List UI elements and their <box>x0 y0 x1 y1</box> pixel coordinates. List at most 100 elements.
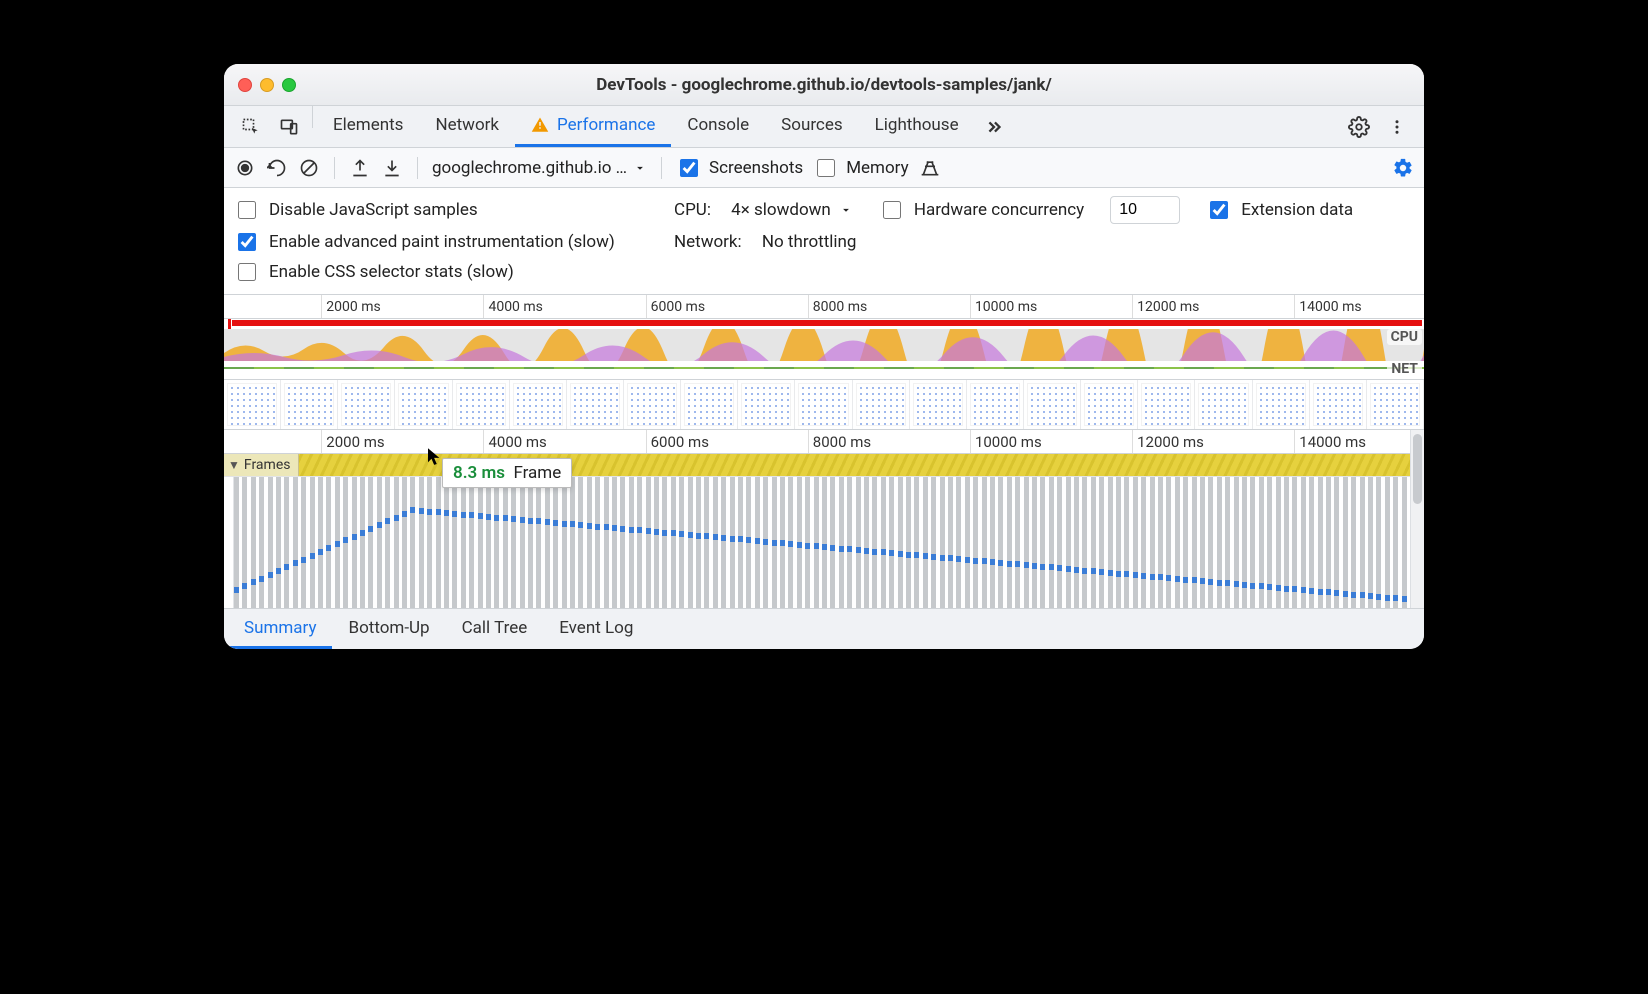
frame-bar[interactable] <box>301 477 306 608</box>
advanced-paint-checkbox[interactable]: Enable advanced paint instrumentation (s… <box>234 230 654 254</box>
tab-elements[interactable]: Elements <box>317 106 419 147</box>
frame-bar[interactable] <box>436 477 441 608</box>
frame-bar[interactable] <box>360 477 365 608</box>
frame-bar[interactable] <box>486 477 491 608</box>
frame-bar[interactable] <box>629 477 634 608</box>
tab-event-log[interactable]: Event Log <box>543 609 649 649</box>
frame-bar[interactable] <box>914 477 919 608</box>
frame-bar[interactable] <box>1234 477 1239 608</box>
memory-checkbox-input[interactable] <box>817 159 835 177</box>
frame-bar[interactable] <box>1007 477 1012 608</box>
frame-bar[interactable] <box>1158 477 1163 608</box>
frame-bar[interactable] <box>1057 477 1062 608</box>
close-window-button[interactable] <box>238 78 252 92</box>
frame-bar[interactable] <box>326 477 331 608</box>
frame-bar[interactable] <box>965 477 970 608</box>
frame-bar[interactable] <box>545 477 550 608</box>
frame-bar[interactable] <box>1326 477 1331 608</box>
record-button[interactable] <box>234 157 256 179</box>
frame-bar[interactable] <box>662 477 667 608</box>
overview-screenshot-strip[interactable] <box>224 379 1424 429</box>
frame-bar[interactable] <box>931 477 936 608</box>
screenshot-thumbnail[interactable] <box>795 380 852 429</box>
css-selector-stats-input[interactable] <box>238 263 256 281</box>
frame-bar[interactable] <box>1183 477 1188 608</box>
kebab-menu-icon[interactable] <box>1378 106 1416 147</box>
frame-bar[interactable] <box>385 477 390 608</box>
more-tabs-icon[interactable] <box>975 106 1013 147</box>
frame-bar[interactable] <box>1116 477 1121 608</box>
collect-garbage-button[interactable] <box>919 157 941 179</box>
frame-bar[interactable] <box>671 477 676 608</box>
frame-bar[interactable] <box>696 477 701 608</box>
frame-bar[interactable] <box>1393 477 1398 608</box>
upload-profile-button[interactable] <box>349 157 371 179</box>
frame-bar[interactable] <box>1175 477 1180 608</box>
frame-bar[interactable] <box>1343 477 1348 608</box>
frame-bar[interactable] <box>461 477 466 608</box>
advanced-paint-input[interactable] <box>238 233 256 251</box>
frame-bar[interactable] <box>562 477 567 608</box>
screenshot-thumbnail[interactable] <box>738 380 795 429</box>
frame-bar[interactable] <box>1074 477 1079 608</box>
frame-bar[interactable] <box>1192 477 1197 608</box>
frame-bar[interactable] <box>998 477 1003 608</box>
frame-bar[interactable] <box>1368 477 1373 608</box>
frame-bar[interactable] <box>1225 477 1230 608</box>
frame-bar[interactable] <box>654 477 659 608</box>
frame-bar[interactable] <box>1015 477 1020 608</box>
frame-bar[interactable] <box>284 477 289 608</box>
frame-bar[interactable] <box>822 477 827 608</box>
flamechart-ruler[interactable]: 2000 ms4000 ms6000 ms8000 ms10000 ms1200… <box>224 430 1424 454</box>
device-toolbar-icon[interactable] <box>270 106 308 147</box>
screenshot-thumbnail[interactable] <box>224 380 281 429</box>
frame-bar[interactable] <box>293 477 298 608</box>
frame-bar[interactable] <box>898 477 903 608</box>
frame-bar[interactable] <box>452 477 457 608</box>
frame-bar[interactable] <box>1066 477 1071 608</box>
vertical-scrollbar[interactable] <box>1410 430 1424 608</box>
frame-bar[interactable] <box>1133 477 1138 608</box>
frame-bar[interactable] <box>1024 477 1029 608</box>
frame-bar[interactable] <box>511 477 516 608</box>
screenshot-thumbnail[interactable] <box>338 380 395 429</box>
frame-bar[interactable] <box>1040 477 1045 608</box>
frame-bar[interactable] <box>259 477 264 608</box>
frame-bar[interactable] <box>503 477 508 608</box>
frame-bar[interactable] <box>536 477 541 608</box>
frame-bar[interactable] <box>1108 477 1113 608</box>
screenshot-thumbnail[interactable] <box>1081 380 1138 429</box>
frame-bar[interactable] <box>872 477 877 608</box>
frame-bar[interactable] <box>410 477 415 608</box>
screenshot-thumbnail[interactable] <box>1310 380 1367 429</box>
frame-bar[interactable] <box>251 477 256 608</box>
frame-bar[interactable] <box>830 477 835 608</box>
tab-network[interactable]: Network <box>419 106 515 147</box>
frame-bar[interactable] <box>553 477 558 608</box>
capture-settings-toggle[interactable] <box>1392 157 1414 179</box>
frame-bar[interactable] <box>637 477 642 608</box>
tab-performance[interactable]: Performance <box>515 106 671 147</box>
cpu-throttle-select[interactable]: CPU: 4× slowdown <box>674 200 853 220</box>
clear-button[interactable] <box>298 157 320 179</box>
screenshot-thumbnail[interactable] <box>567 380 624 429</box>
frame-bar[interactable] <box>1200 477 1205 608</box>
frame-bar[interactable] <box>268 477 273 608</box>
screenshot-thumbnail[interactable] <box>395 380 452 429</box>
frame-bar[interactable] <box>738 477 743 608</box>
frame-bar[interactable] <box>377 477 382 608</box>
frame-bar[interactable] <box>956 477 961 608</box>
frame-bar[interactable] <box>352 477 357 608</box>
reload-record-button[interactable] <box>266 157 288 179</box>
screenshot-thumbnail[interactable] <box>681 380 738 429</box>
hardware-concurrency-input[interactable] <box>883 201 901 219</box>
frame-bar[interactable] <box>1150 477 1155 608</box>
collapse-triangle-icon[interactable]: ▼ <box>228 458 240 472</box>
frame-bar[interactable] <box>1099 477 1104 608</box>
frame-bar[interactable] <box>587 477 592 608</box>
frame-bar[interactable] <box>276 477 281 608</box>
frame-bar[interactable] <box>1166 477 1171 608</box>
frame-bar[interactable] <box>721 477 726 608</box>
frame-bar[interactable] <box>730 477 735 608</box>
tab-lighthouse[interactable]: Lighthouse <box>859 106 975 147</box>
